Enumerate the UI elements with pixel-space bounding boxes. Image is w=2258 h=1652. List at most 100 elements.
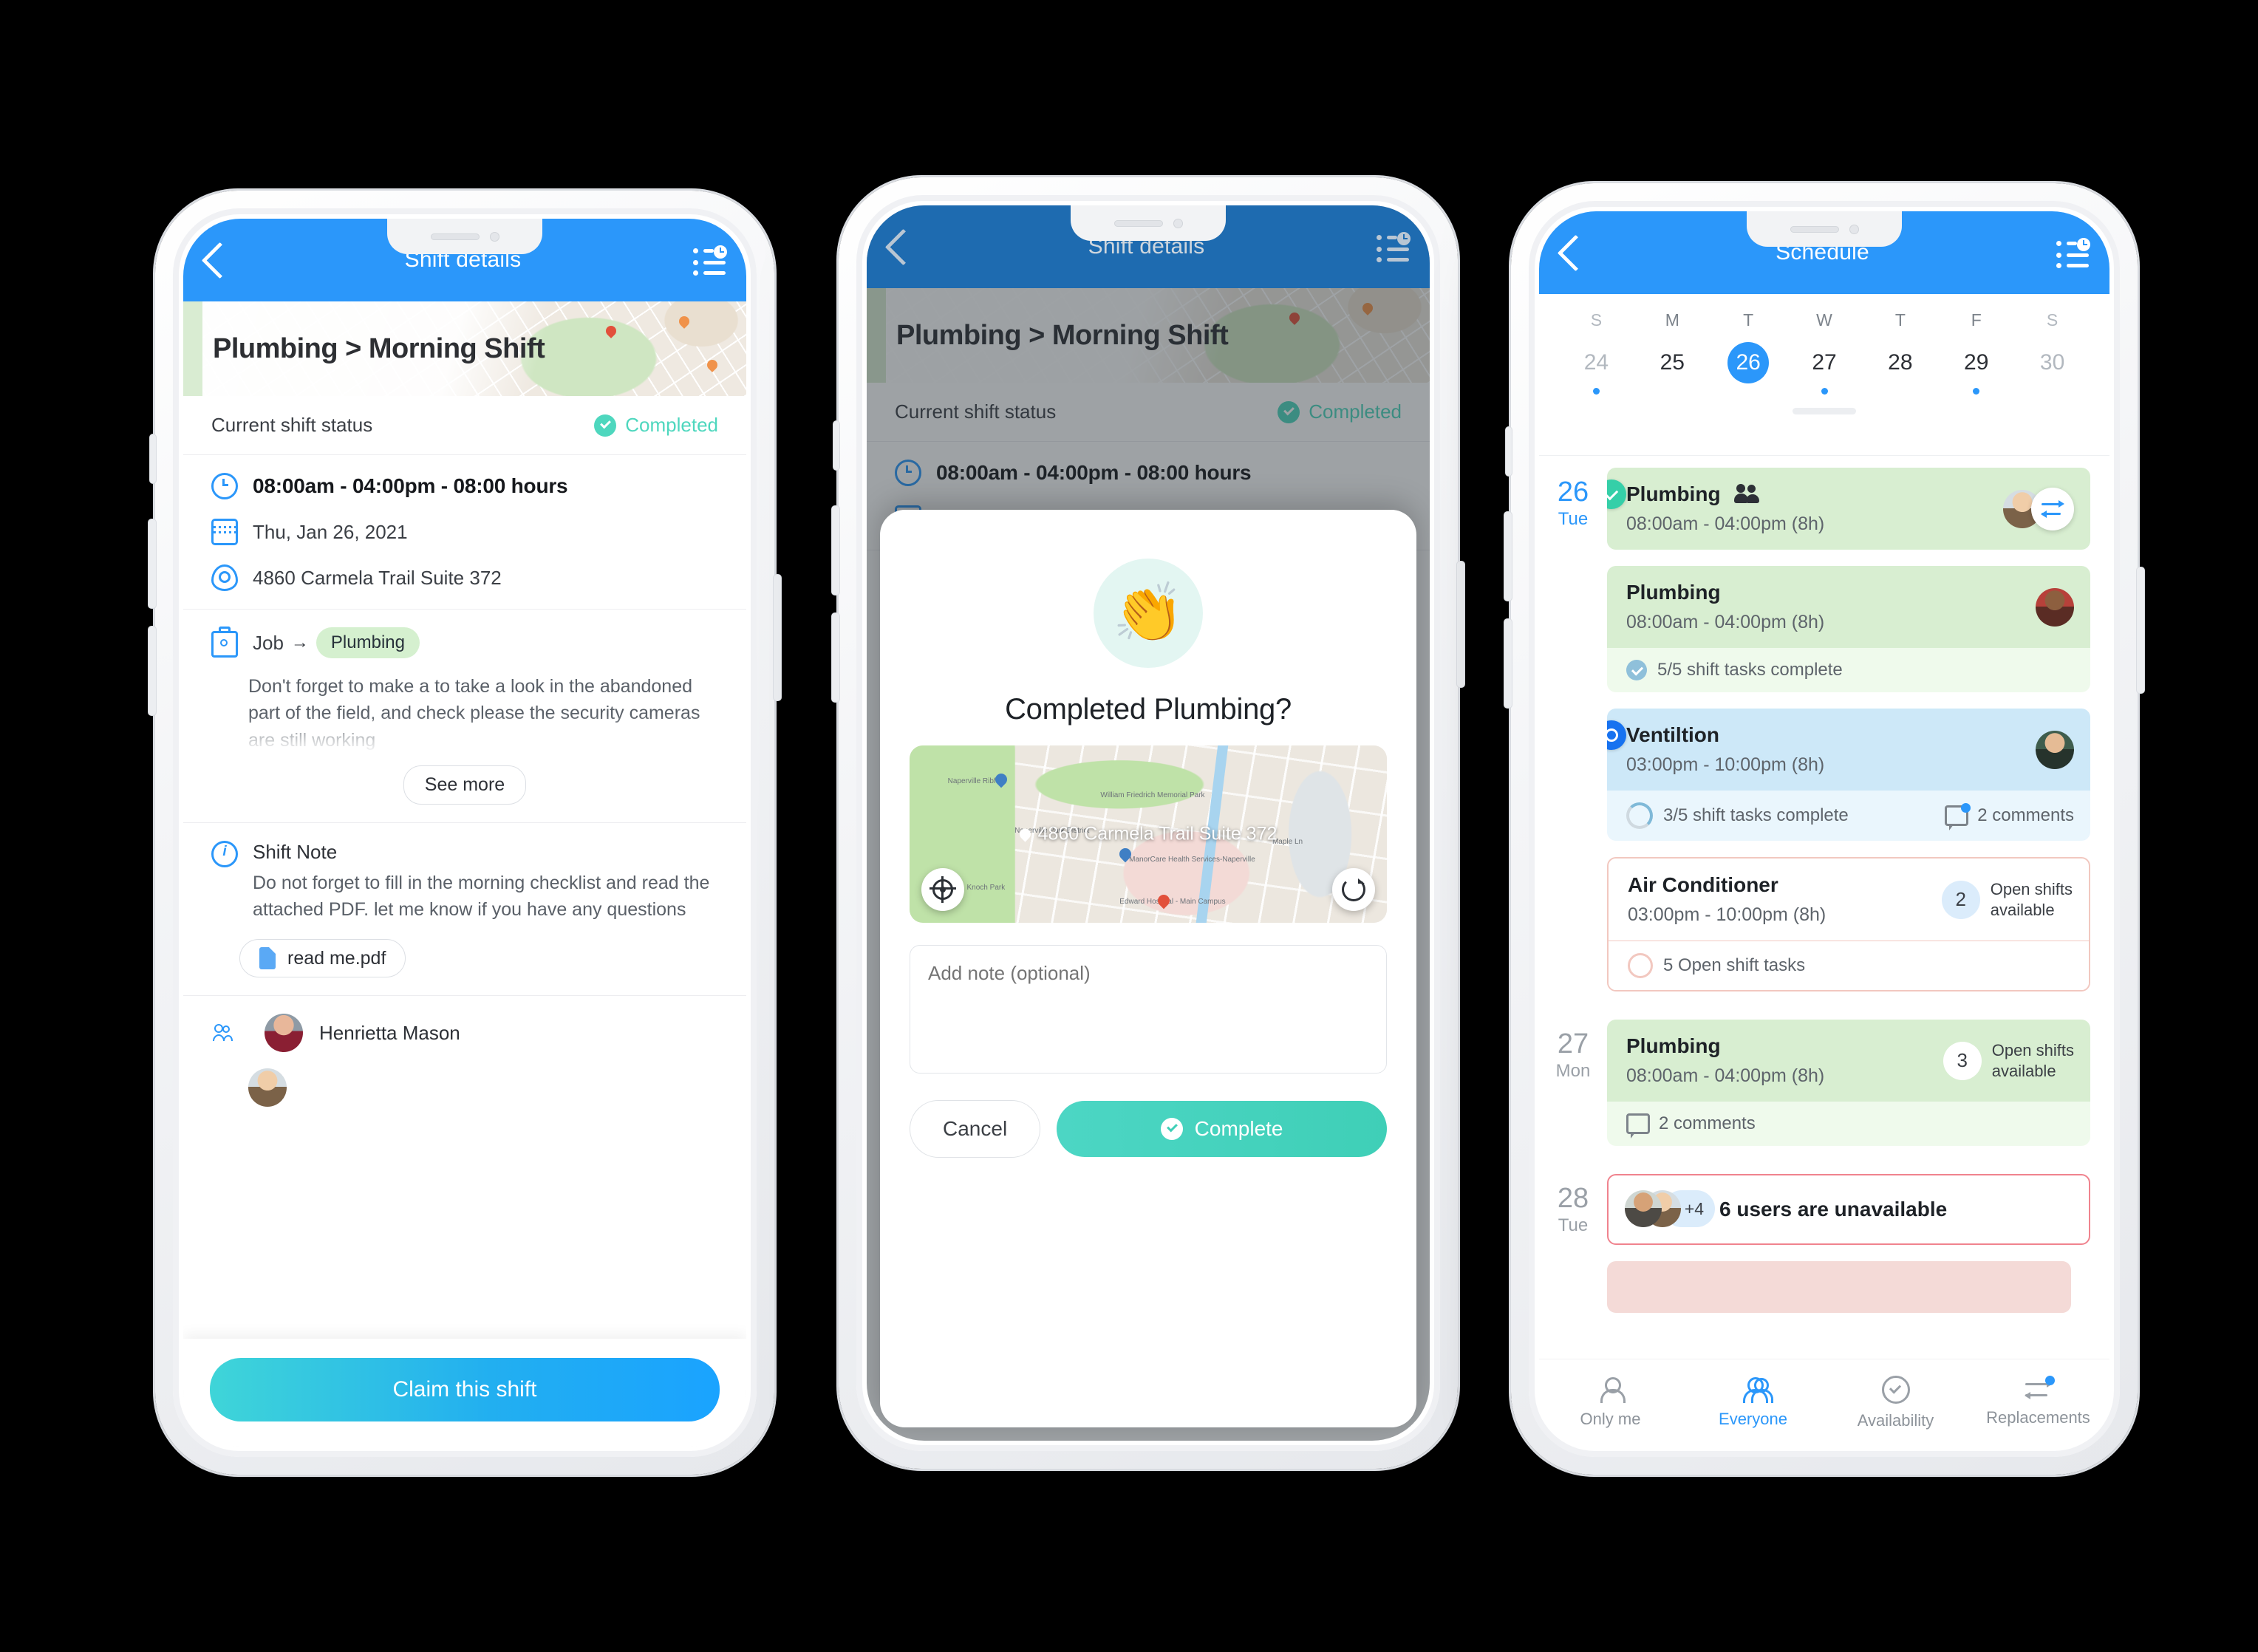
list-clock-icon[interactable]	[1377, 232, 1411, 262]
volume-up-button[interactable]	[832, 506, 839, 595]
power-button[interactable]	[774, 575, 781, 700]
refresh-map-button[interactable]	[1332, 868, 1375, 911]
location-map[interactable]: Naperville Ribfest Naperville Park Distr…	[910, 745, 1387, 923]
job-section: Job → Plumbing Don't forget to make a to…	[183, 610, 746, 823]
phone-complete-modal: Shift details Plumbing > Morning Shift C…	[832, 177, 1464, 1469]
attachment-chip[interactable]: read me.pdf	[239, 939, 406, 978]
shift-card-footer: 5 Open shift tasks	[1609, 941, 2089, 990]
status-section: Current shift status Completed	[867, 383, 1430, 442]
locate-me-button[interactable]	[921, 868, 964, 911]
partial-card-below[interactable]	[1607, 1261, 2071, 1313]
tasks-partial-icon	[1626, 802, 1653, 829]
avatar	[248, 1068, 287, 1107]
list-clock-icon[interactable]	[2056, 238, 2090, 268]
mute-button[interactable]	[1506, 427, 1512, 476]
shift-note-section: i Shift Note Do not forget to fill in th…	[183, 823, 746, 997]
tab-only-me[interactable]: Only me	[1539, 1359, 1682, 1447]
tab-availability[interactable]: Availability	[1824, 1359, 1967, 1447]
bottom-tab-bar: Only me Everyone Availability Replacements	[1539, 1359, 2109, 1447]
shift-card[interactable]: Plumbing 08:00am - 04:00pm (8h) 3 Open shif…	[1607, 1020, 2090, 1146]
assignee-name: Henrietta Mason	[319, 1021, 460, 1044]
crosshair-icon	[930, 876, 956, 903]
see-more-button[interactable]: See more	[403, 765, 527, 805]
earpiece-speaker	[1790, 225, 1839, 233]
clock-icon	[211, 473, 238, 499]
power-button[interactable]	[1457, 562, 1464, 687]
day-cell[interactable]: 24	[1558, 342, 1634, 395]
person-icon	[1598, 1377, 1626, 1403]
clock-icon	[895, 460, 921, 486]
note-input[interactable]	[910, 945, 1387, 1074]
job-label: Job	[253, 631, 284, 654]
map-label: Knoch Park	[966, 884, 1006, 892]
power-button[interactable]	[2137, 567, 2144, 693]
comments-indicator[interactable]: 2 comments	[1945, 803, 2074, 830]
assignee-with-swap[interactable]	[2003, 487, 2074, 530]
day-column: 26 Tue	[1539, 468, 1607, 1008]
check-circle-icon	[1278, 400, 1300, 423]
day-cell[interactable]: 28	[1862, 342, 1938, 395]
briefcase-icon	[211, 627, 238, 658]
front-camera	[489, 231, 499, 242]
clapping-hands-icon: 👏	[1094, 559, 1203, 668]
day-cell[interactable]: 27	[1787, 342, 1863, 395]
group-day-name: Tue	[1558, 509, 1589, 529]
phone3-screen: Schedule SMTWTFS 24 25 26 27 28 29 30 26 Tue Plu…	[1539, 211, 2109, 1447]
map-background	[867, 288, 1430, 383]
cancel-button[interactable]: Cancel	[910, 1100, 1041, 1158]
shift-card[interactable]: Air Conditioner 03:00pm - 10:00pm (8h) 2 Op…	[1607, 857, 2090, 991]
shift-card[interactable]: Plumbing 08:00am - 04:00pm (8h)	[1607, 468, 2090, 550]
day-column: 27 Mon	[1539, 1020, 1607, 1162]
tab-everyone[interactable]: Everyone	[1682, 1359, 1824, 1447]
mute-button[interactable]	[150, 434, 156, 483]
tab-replacements[interactable]: Replacements	[1967, 1359, 2109, 1447]
avatar	[2036, 730, 2074, 769]
volume-up-button[interactable]	[1504, 512, 1512, 601]
schedule-list[interactable]: 26 Tue Plumbing 08:00am - 04:00pm (8h) Plumb…	[1539, 455, 2109, 1359]
day-cell[interactable]: 25	[1634, 342, 1710, 395]
volume-down-button[interactable]	[149, 627, 156, 715]
phone2-screen: Shift details Plumbing > Morning Shift C…	[867, 205, 1430, 1441]
shift-card[interactable]: Ventiltion 03:00pm - 10:00pm (8h) 3/5 shif…	[1607, 709, 2090, 841]
shift-card-main: Plumbing 08:00am - 04:00pm (8h) 3 Open shif…	[1607, 1020, 2090, 1102]
notch	[1071, 205, 1226, 241]
shift-address[interactable]: 4860 Carmela Trail Suite 372	[253, 567, 502, 590]
shift-name: Air Conditioner	[1628, 873, 1778, 896]
day-number: 28	[1888, 350, 1913, 375]
check-circle-icon	[1881, 1376, 1910, 1404]
map-address-text: 4860 Carmela Trail Suite 372	[1037, 823, 1278, 844]
complete-shift-sheet: 👏 Completed Plumbing? Naperville Ribfest…	[880, 510, 1416, 1427]
list-clock-icon[interactable]	[693, 245, 727, 276]
open-shift-count: 2	[1941, 880, 1980, 919]
day-cell[interactable]: 30	[2014, 342, 2090, 395]
group-day-number: 28	[1557, 1183, 1589, 1214]
avatar	[2036, 587, 2074, 627]
shift-card[interactable]: Plumbing 08:00am - 04:00pm (8h) 5/5 shift …	[1607, 566, 2090, 692]
unavailable-users-row[interactable]: +4 6 users are unavailable	[1607, 1174, 2090, 1245]
mute-button[interactable]	[833, 421, 839, 470]
status-label: Current shift status	[895, 400, 1057, 423]
swap-shift-button[interactable]	[2031, 487, 2074, 530]
volume-up-button[interactable]	[149, 519, 156, 608]
comments-indicator[interactable]: 2 comments	[1626, 1113, 1756, 1139]
day-cards: +4 6 users are unavailable	[1607, 1174, 2090, 1313]
claim-shift-button[interactable]: Claim this shift	[210, 1358, 720, 1421]
volume-down-button[interactable]	[832, 613, 839, 702]
schedule-day-group: 26 Tue Plumbing 08:00am - 04:00pm (8h) Plumb…	[1539, 456, 2109, 1008]
group-day-name: Mon	[1555, 1061, 1591, 1081]
day-cell[interactable]: 26	[1710, 342, 1787, 395]
volume-down-button[interactable]	[1504, 619, 1512, 708]
notification-dot	[2044, 1376, 2055, 1385]
day-cards: Plumbing 08:00am - 04:00pm (8h) 3 Open shif…	[1607, 1020, 2090, 1162]
schedule-section: 08:00am - 04:00pm - 08:00 hours Thu, Jan…	[183, 455, 746, 610]
day-cell[interactable]: 29	[1938, 342, 2014, 395]
complete-button[interactable]: Complete	[1057, 1101, 1387, 1157]
phone-shift-details: Shift details Plumbing > Morning Shift C…	[149, 191, 781, 1475]
day-number-row: 24 25 26 27 28 29 30	[1558, 342, 2090, 395]
shift-time: 08:00am - 04:00pm (8h)	[1626, 1065, 1825, 1086]
drag-handle[interactable]	[1793, 408, 1856, 414]
task-progress-text: 5 Open shift tasks	[1663, 955, 1806, 975]
shift-card-footer: 3/5 shift tasks complete 2 comments	[1607, 791, 2090, 841]
shift-time: 08:00am - 04:00pm (8h)	[1626, 513, 1825, 534]
comment-icon	[1945, 803, 1971, 830]
